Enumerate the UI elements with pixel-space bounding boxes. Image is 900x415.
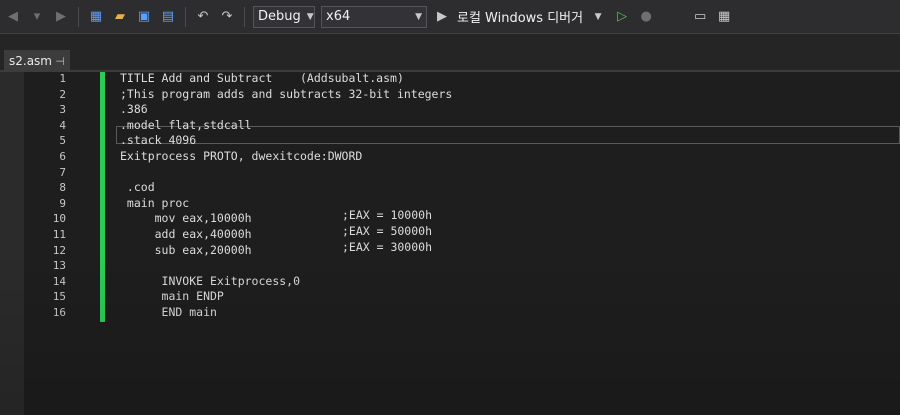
code-line[interactable]: add eax,40000h [120, 227, 252, 241]
save-icon[interactable]: ▣ [135, 8, 153, 26]
code-line[interactable]: END main [120, 305, 217, 319]
play-icon: ▶ [437, 9, 447, 24]
platform-value: x64 [326, 9, 351, 24]
layout-icon[interactable]: ▦ [715, 8, 733, 26]
toolbar-separator [185, 6, 186, 27]
code-line[interactable]: mov eax,10000h [120, 211, 252, 225]
code-line[interactable]: main proc [120, 196, 189, 210]
run-label: 로컬 Windows 디버거 [457, 11, 584, 26]
ide-window: ◀ ▾ ▶ ▦ ▰ ▣ ▤ ↶ ↷ Debug ▼ x64 ▼ ▶ 로컬 Win… [0, 0, 900, 415]
line-number: 8 [59, 181, 66, 195]
code-editor[interactable]: 1 2 3 4 5 6 7 8 9 10 11 12 13 14 15 16 TITLE Add and Su… [0, 71, 900, 415]
start-without-debugging-icon[interactable]: ▷ [613, 8, 631, 26]
undo-icon[interactable]: ↶ [194, 8, 212, 26]
toolbar-separator [244, 6, 245, 27]
configuration-value: Debug [258, 9, 301, 24]
code-line[interactable]: INVOKE Exitprocess,0 [120, 274, 300, 288]
chevron-down-icon[interactable]: ▼ [589, 8, 607, 26]
indicator-margin [0, 72, 24, 415]
line-number: 9 [59, 196, 66, 210]
open-folder-icon[interactable]: ▰ [111, 8, 129, 26]
forward-icon[interactable]: ▶ [52, 8, 70, 26]
line-number: 10 [52, 212, 66, 226]
line-number: 1 [59, 72, 66, 85]
code-line[interactable]: .386 [120, 102, 148, 116]
code-line[interactable]: .model flat,stdcall [120, 118, 252, 132]
change-tracking-bar [100, 72, 105, 322]
toolbar: ◀ ▾ ▶ ▦ ▰ ▣ ▤ ↶ ↷ Debug ▼ x64 ▼ ▶ 로컬 Win… [0, 0, 900, 34]
inline-comment: ;EAX = 50000h [342, 224, 433, 238]
line-number: 16 [52, 306, 66, 319]
back-icon[interactable]: ◀ [4, 8, 22, 26]
inline-comment: ;EAX = 30000h [342, 239, 433, 254]
extra-tools-icon[interactable]: ▭ [691, 8, 709, 26]
code-line[interactable]: main ENDP [120, 289, 224, 303]
toolbar-separator [78, 6, 79, 27]
tab-title: s2.asm [9, 54, 52, 68]
code-line[interactable]: .cod [120, 180, 155, 194]
line-number: 15 [52, 290, 66, 304]
code-line[interactable]: ;This program adds and subtracts 32-bit … [120, 87, 452, 101]
chevron-down-icon: ▼ [306, 11, 314, 22]
line-number: 4 [59, 118, 66, 132]
code-area[interactable]: TITLE Add and Subtract (Addsubalt.asm) ;T… [120, 71, 900, 415]
line-number: 13 [52, 259, 66, 273]
code-line[interactable]: Exitprocess PROTO, dwexitcode:DWORD [120, 149, 362, 163]
line-number: 2 [59, 87, 66, 101]
configuration-select[interactable]: Debug ▼ [253, 5, 315, 28]
code-line[interactable]: .stack 4096 [120, 133, 196, 147]
code-line[interactable]: sub eax,20000h [120, 243, 252, 257]
dropdown-chevron-icon[interactable]: ▾ [28, 8, 46, 26]
platform-select[interactable]: x64 ▼ [321, 5, 427, 28]
document-tab-strip: s2.asm ⊣ [0, 34, 900, 70]
inline-comment: ;EAX = 10000h [342, 208, 433, 223]
new-project-icon[interactable]: ▦ [87, 8, 105, 26]
line-number: 12 [52, 243, 66, 257]
tab-s2-asm[interactable]: s2.asm ⊣ [4, 50, 70, 70]
line-number: 11 [52, 228, 66, 241]
line-number: 7 [59, 165, 66, 179]
save-all-icon[interactable]: ▤ [159, 8, 177, 26]
line-number: 14 [52, 274, 66, 288]
line-number: 3 [59, 103, 66, 117]
pin-icon[interactable]: ⊣ [55, 55, 65, 68]
code-line[interactable]: TITLE Add and Subtract (Addsubalt.asm) [120, 71, 404, 85]
line-number: 5 [59, 134, 66, 148]
chevron-down-icon: ▼ [415, 11, 422, 22]
redo-icon[interactable]: ↷ [218, 8, 236, 26]
start-debugging-button[interactable]: ▶ 로컬 Windows 디버거 ▼ [433, 7, 607, 26]
line-number-gutter: 1 2 3 4 5 6 7 8 9 10 11 12 13 14 15 16 [24, 72, 100, 415]
hot-reload-icon[interactable]: ● [637, 8, 655, 26]
line-number: 6 [59, 150, 66, 163]
